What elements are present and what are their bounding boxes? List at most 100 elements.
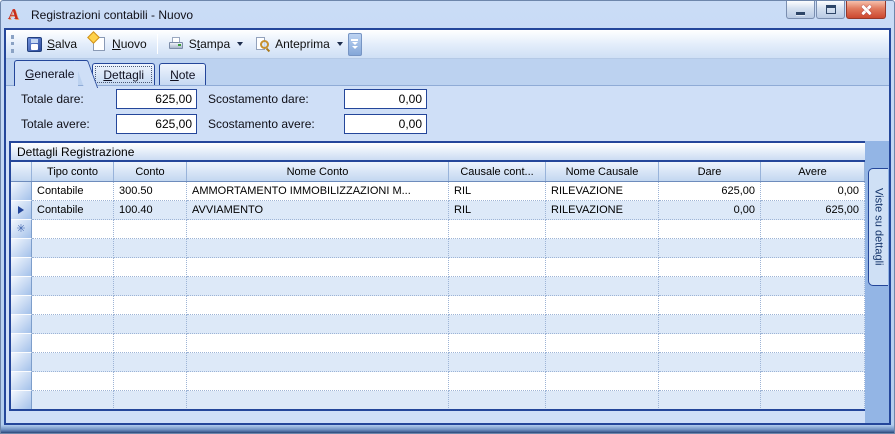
grid-cell[interactable] — [449, 220, 546, 239]
cell-avere[interactable]: 625,00 — [761, 201, 865, 220]
grid-cell — [114, 258, 187, 277]
column-header-avere[interactable]: Avere — [761, 162, 865, 181]
column-header-dare[interactable]: Dare — [659, 162, 761, 181]
row-selector[interactable] — [11, 201, 32, 220]
cell-tipo-conto[interactable]: Contabile — [32, 201, 114, 220]
cell-causale[interactable]: RIL — [449, 182, 546, 201]
grid-cell — [761, 315, 865, 334]
grid-cell — [449, 315, 546, 334]
totale-avere-input[interactable] — [116, 114, 197, 134]
cell-nome-causale[interactable]: RILEVAZIONE — [546, 201, 659, 220]
row-selector — [11, 372, 32, 391]
grid-cell — [546, 334, 659, 353]
side-tab-strip: Viste su dettagli — [865, 141, 889, 423]
grid-cell[interactable] — [546, 220, 659, 239]
column-header-tipo-conto[interactable]: Tipo conto — [32, 162, 114, 181]
grid-cell — [114, 315, 187, 334]
grid-cell — [114, 334, 187, 353]
titlebar: A Registrazioni contabili - Nuovo — [1, 1, 894, 28]
table-row-empty — [11, 372, 865, 391]
grid-cell[interactable] — [32, 220, 114, 239]
grid-cell — [187, 372, 449, 391]
grid-cell — [546, 391, 659, 409]
column-header-causale[interactable]: Causale cont... — [449, 162, 546, 181]
grid-cell — [546, 239, 659, 258]
close-button[interactable] — [846, 1, 886, 19]
overflow-bar-icon — [351, 39, 358, 41]
toolbar-options-button[interactable] — [348, 33, 362, 56]
cell-dare[interactable]: 0,00 — [659, 201, 761, 220]
grid-cell — [32, 277, 114, 296]
toolbar-separator — [157, 34, 158, 54]
grid-cell — [659, 239, 761, 258]
cell-conto[interactable]: 300.50 — [114, 182, 187, 201]
tab-generale[interactable]: Generale — [14, 60, 78, 86]
cell-nome-conto[interactable]: AMMORTAMENTO IMMOBILIZZAZIONI M... — [187, 182, 449, 201]
grid-cell — [32, 315, 114, 334]
save-icon — [27, 37, 42, 52]
row-selector — [11, 391, 32, 409]
grid-cell[interactable] — [761, 220, 865, 239]
app-window: A Registrazioni contabili - Nuovo Salva … — [0, 0, 895, 434]
new-button[interactable]: Nuovo — [84, 33, 154, 55]
grid-header-row: Tipo conto Conto Nome Conto Causale cont… — [11, 162, 865, 182]
grid-cell — [659, 353, 761, 372]
grid-cell — [32, 296, 114, 315]
cell-nome-causale[interactable]: RILEVAZIONE — [546, 182, 659, 201]
cell-conto[interactable]: 100.40 — [114, 201, 187, 220]
grid-cell — [114, 296, 187, 315]
header-row-selector — [11, 162, 32, 181]
grid-cell[interactable] — [187, 220, 449, 239]
restore-button[interactable] — [816, 1, 845, 19]
scostamento-dare-input[interactable] — [344, 89, 427, 109]
totale-dare-input[interactable] — [116, 89, 197, 109]
tab-dettagli[interactable]: Dettagli — [92, 63, 155, 85]
cell-avere[interactable]: 0,00 — [761, 182, 865, 201]
cell-causale[interactable]: RIL — [449, 201, 546, 220]
grid-cell — [659, 372, 761, 391]
minimize-button[interactable] — [786, 1, 815, 19]
save-button[interactable]: Salva — [19, 34, 84, 55]
grid-cell[interactable] — [114, 220, 187, 239]
grid-cell — [187, 258, 449, 277]
grid-cell — [187, 296, 449, 315]
row-selector — [11, 239, 32, 258]
grid-cell — [546, 277, 659, 296]
printer-icon — [168, 36, 184, 52]
cell-dare[interactable]: 625,00 — [659, 182, 761, 201]
table-row[interactable]: Contabile 100.40 AVVIAMENTO RIL RILEVAZI… — [11, 201, 865, 220]
table-row-empty — [11, 315, 865, 334]
column-header-nome-causale[interactable]: Nome Causale — [546, 162, 659, 181]
grid-cell — [659, 315, 761, 334]
table-row[interactable]: Contabile 300.50 AMMORTAMENTO IMMOBILIZZ… — [11, 182, 865, 201]
preview-button[interactable]: Anteprima — [247, 33, 337, 55]
grid-cell[interactable] — [659, 220, 761, 239]
grid-cell — [761, 296, 865, 315]
grid-cell — [761, 258, 865, 277]
grid-cell — [761, 277, 865, 296]
grid-cell — [761, 353, 865, 372]
column-header-conto[interactable]: Conto — [114, 162, 187, 181]
grid-cell — [761, 239, 865, 258]
cell-nome-conto[interactable]: AVVIAMENTO — [187, 201, 449, 220]
toolbar-grip[interactable] — [11, 35, 14, 53]
print-button[interactable]: Stampa — [161, 33, 237, 55]
print-dropdown-icon[interactable] — [237, 42, 243, 46]
preview-dropdown-icon[interactable] — [337, 42, 343, 46]
column-header-nome-conto[interactable]: Nome Conto — [187, 162, 449, 181]
grid-caption: Dettagli Registrazione — [11, 143, 865, 162]
grid-cell — [449, 353, 546, 372]
scostamento-avere-input[interactable] — [344, 114, 427, 134]
grid-cell — [187, 334, 449, 353]
cell-tipo-conto[interactable]: Contabile — [32, 182, 114, 201]
tab-note[interactable]: Note — [159, 63, 206, 85]
side-tab-viste-su-dettagli[interactable]: Viste su dettagli — [868, 168, 888, 286]
new-row-icon: ✳ — [16, 224, 25, 235]
row-selector[interactable] — [11, 182, 32, 201]
grid-cell — [546, 353, 659, 372]
row-selector[interactable]: ✳ — [11, 220, 32, 239]
new-row[interactable]: ✳ — [11, 220, 865, 239]
table-row-empty — [11, 353, 865, 372]
grid-cell — [546, 258, 659, 277]
tab-strip: Generale Dettagli Note — [6, 59, 889, 86]
